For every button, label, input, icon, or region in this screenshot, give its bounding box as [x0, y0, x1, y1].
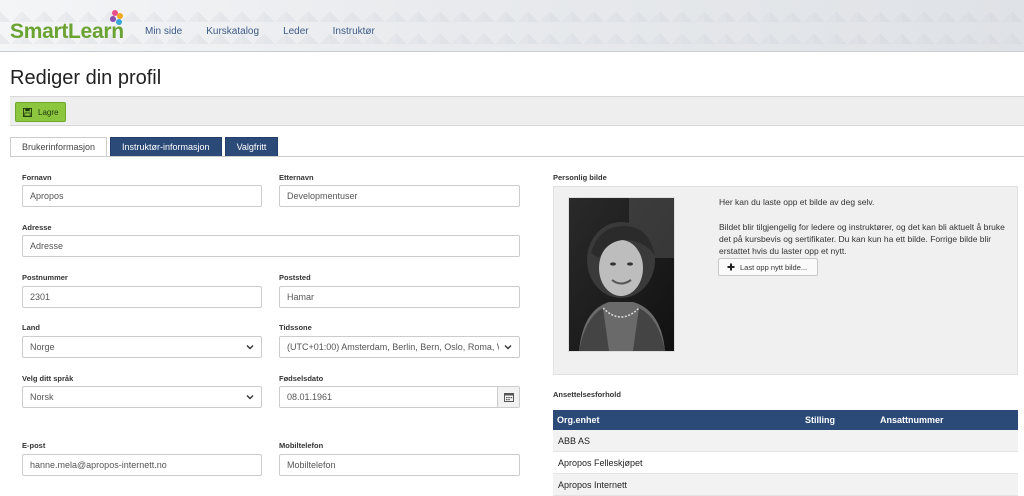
upload-photo-label: Last opp nytt bilde... [740, 262, 808, 272]
nav-kurskatalog[interactable]: Kurskatalog [206, 26, 259, 37]
fodselsdato-input[interactable]: 08.01.1961 [279, 386, 520, 408]
tab-valgfritt[interactable]: Valgfritt [224, 137, 279, 157]
land-label: Land [22, 323, 40, 332]
page-title: Rediger din profil [10, 67, 162, 89]
chevron-down-icon [504, 345, 512, 350]
calendar-button[interactable] [497, 387, 519, 407]
employment-section-title: Ansettelsesforhold [553, 390, 621, 399]
table-row[interactable]: ABB AS [553, 430, 1018, 452]
toolbar: Lagre [10, 96, 1024, 126]
plus-icon [727, 263, 735, 271]
org-enhet-cell: Apropos Internett [558, 480, 628, 490]
upload-photo-button[interactable]: Last opp nytt bilde... [718, 258, 818, 276]
chevron-down-icon [246, 345, 254, 350]
sprak-select[interactable]: Norsk [22, 386, 262, 408]
tidssone-select[interactable]: (UTC+01:00) Amsterdam, Berlin, Bern, Osl… [279, 336, 520, 358]
etternavn-input[interactable]: Developmentuser [279, 185, 520, 207]
table-row[interactable]: Apropos Felleskjøpet [553, 452, 1018, 474]
column-ansattnummer[interactable]: Ansattnummer [880, 415, 944, 425]
employment-table: Org.enhet Stilling Ansattnummer ABB AS A… [553, 410, 1018, 496]
fornavn-input[interactable]: Apropos [22, 185, 262, 207]
main-nav: Min side Kurskatalog Leder Instruktør [145, 26, 399, 37]
adresse-label: Adresse [22, 223, 52, 232]
profile-photo-image [569, 198, 674, 351]
poststed-label: Poststed [279, 273, 311, 282]
land-select[interactable]: Norge [22, 336, 262, 358]
column-stilling[interactable]: Stilling [805, 415, 835, 425]
adresse-input[interactable]: Adresse [22, 235, 520, 257]
mobil-input[interactable]: Mobiltelefon [279, 454, 520, 476]
table-header: Org.enhet Stilling Ansattnummer [553, 410, 1018, 430]
fodselsdato-value: 08.01.1961 [287, 392, 333, 402]
smartlearn-logo[interactable]: SmartLearn [10, 20, 124, 44]
profile-tabs: Brukerinformasjon Instruktør-informasjon… [10, 137, 281, 157]
tab-divider [10, 156, 1024, 157]
sprak-value: Norsk [30, 392, 54, 402]
photo-panel: Her kan du laste opp et bilde av deg sel… [553, 186, 1018, 375]
save-button-label: Lagre [38, 107, 59, 117]
tidssone-label: Tidssone [279, 323, 312, 332]
nav-leder[interactable]: Leder [283, 26, 309, 37]
postnummer-label: Postnummer [22, 273, 68, 282]
epost-input[interactable]: hanne.mela@apropos-internett.no [22, 454, 262, 476]
tidssone-value: (UTC+01:00) Amsterdam, Berlin, Bern, Osl… [287, 342, 499, 352]
calendar-icon [503, 393, 514, 402]
sprak-label: Velg ditt språk [22, 374, 74, 383]
tab-brukerinformasjon[interactable]: Brukerinformasjon [10, 137, 108, 157]
etternavn-label: Etternavn [279, 173, 314, 182]
chevron-down-icon [246, 395, 254, 400]
nav-instruktor[interactable]: Instruktør [333, 26, 375, 37]
table-row[interactable]: Apropos Internett [553, 474, 1018, 496]
mobil-label: Mobiltelefon [279, 441, 324, 450]
photo-intro-text: Her kan du laste opp et bilde av deg sel… [719, 197, 875, 207]
column-org-enhet[interactable]: Org.enhet [557, 415, 600, 425]
poststed-input[interactable]: Hamar [279, 286, 520, 308]
profile-photo [568, 197, 675, 352]
top-header: SmartLearn Min side Kurskatalog Leder In… [0, 0, 1024, 52]
postnummer-input[interactable]: 2301 [22, 286, 262, 308]
nav-min-side[interactable]: Min side [145, 26, 182, 37]
logo-dots-icon [108, 10, 124, 28]
fornavn-label: Fornavn [22, 173, 52, 182]
save-icon [23, 107, 32, 117]
tab-instruktor-informasjon[interactable]: Instruktør-informasjon [110, 137, 222, 157]
photo-section-title: Personlig bilde [553, 173, 607, 182]
fodselsdato-label: Fødselsdato [279, 374, 324, 383]
org-enhet-cell: Apropos Felleskjøpet [558, 458, 643, 468]
epost-label: E-post [22, 441, 46, 450]
save-button[interactable]: Lagre [15, 102, 66, 122]
land-value: Norge [30, 342, 55, 352]
org-enhet-cell: ABB AS [558, 436, 591, 446]
photo-info-text: Bildet blir tilgjengelig for ledere og i… [719, 222, 1005, 256]
